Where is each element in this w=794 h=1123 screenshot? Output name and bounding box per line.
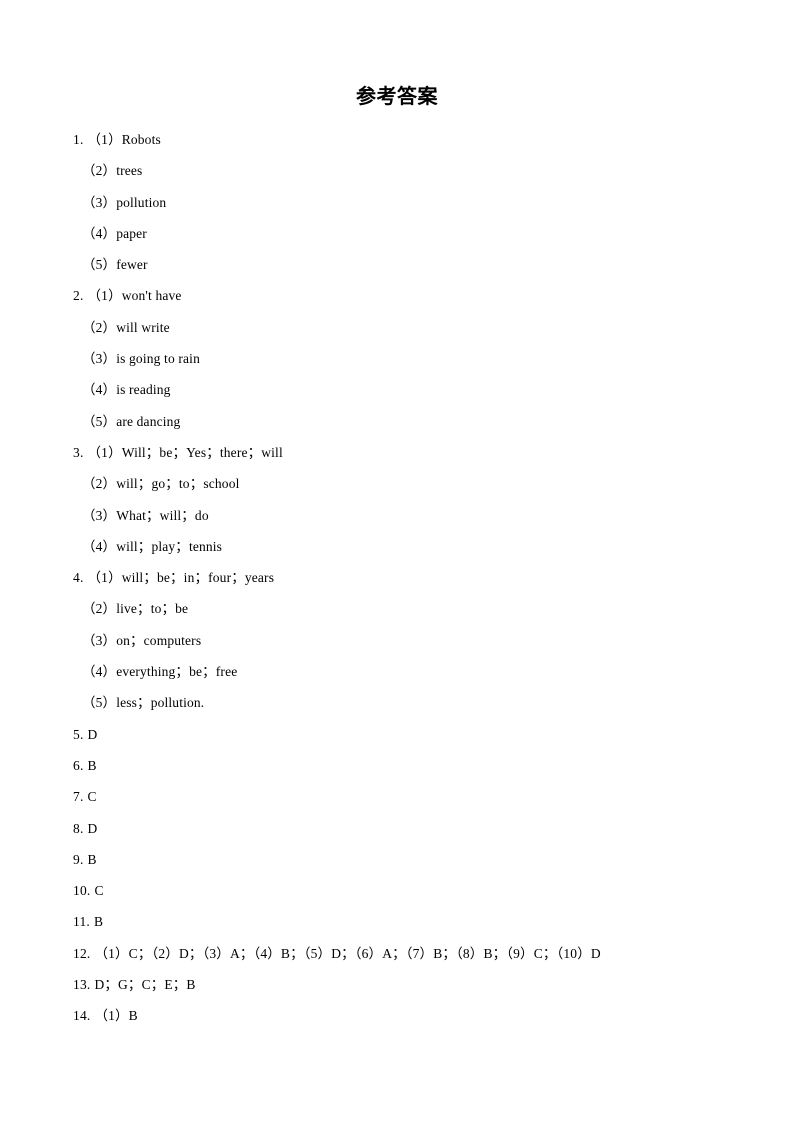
answer-text: （4）is reading xyxy=(82,382,171,398)
answer-number: 6. xyxy=(73,757,84,773)
answer-line: （2）live；to；be xyxy=(73,593,753,624)
answer-line: 5. D xyxy=(73,719,753,750)
answer-text: （1）won't have xyxy=(87,288,182,304)
answer-line: （2）will；go；to；school xyxy=(73,468,753,499)
answer-number: 14. xyxy=(73,1008,91,1024)
answer-text: （4）paper xyxy=(82,225,147,241)
answer-text: （3）pollution xyxy=(82,194,167,210)
answer-text: （5）less；pollution. xyxy=(82,695,205,711)
answer-number: 3. xyxy=(73,444,84,460)
answer-text: D xyxy=(87,726,98,742)
answer-line: 2. （1）won't have xyxy=(73,280,753,311)
answer-text: （4）will；play；tennis xyxy=(82,538,223,554)
answer-line: （5）fewer xyxy=(73,249,753,280)
answer-text: （5）are dancing xyxy=(82,413,181,429)
answer-text: （2）trees xyxy=(82,163,143,179)
answer-line: （3）on；computers xyxy=(73,625,753,656)
answer-number: 12. xyxy=(73,945,91,961)
answer-text: （1）Will；be；Yes；there；will xyxy=(87,444,283,460)
answer-number: 8. xyxy=(73,820,84,836)
answer-text: C xyxy=(87,789,97,805)
answer-line: 3. （1）Will；be；Yes；there；will xyxy=(73,437,753,468)
answer-text: （5）fewer xyxy=(82,257,148,273)
answer-line: （2）trees xyxy=(73,155,753,186)
answer-line: （4）paper xyxy=(73,218,753,249)
answer-text: （1）B xyxy=(94,1008,138,1024)
document-page: 参考答案 1. （1）Robots （2）trees （3）pollution （4）p… xyxy=(0,0,794,1123)
answer-text: B xyxy=(93,914,104,930)
answer-line: （4）will；play；tennis xyxy=(73,531,753,562)
answer-text: （2）will；go；to；school xyxy=(82,476,240,492)
answer-text: C xyxy=(94,883,104,899)
answer-number: 7. xyxy=(73,789,84,805)
answer-text: （2）live；to；be xyxy=(82,601,189,617)
answer-number: 2. xyxy=(73,288,84,304)
page-title: 参考答案 xyxy=(356,84,438,108)
answer-number: 10. xyxy=(73,883,91,899)
answer-line: （5）less；pollution. xyxy=(73,687,753,718)
answer-text: （3）on；computers xyxy=(82,632,202,648)
answer-number: 4. xyxy=(73,570,84,586)
answer-text: （3）What；will；do xyxy=(82,507,209,523)
answer-line: （2）will write xyxy=(73,312,753,343)
answer-number: 1. xyxy=(73,132,84,147)
answer-number: 13. xyxy=(73,977,91,993)
answer-line: 4. （1）will；be；in；four；years xyxy=(73,562,753,593)
answer-text: （4）everything；be；free xyxy=(82,664,238,680)
answer-number: 9. xyxy=(73,851,84,867)
answer-line: （4）everything；be；free xyxy=(73,656,753,687)
answer-text: （3）is going to rain xyxy=(82,351,200,367)
answer-text: B xyxy=(87,851,97,867)
answer-list: 1. （1）Robots （2）trees （3）pollution （4）paper （… xyxy=(73,124,753,1032)
answer-line: （3）is going to rain xyxy=(73,343,753,374)
answer-line: 1. （1）Robots xyxy=(73,124,753,155)
answer-text: B xyxy=(87,757,97,773)
answer-line: 13. D；G；C；E；B xyxy=(73,969,753,1000)
answer-text: （1）Robots xyxy=(87,132,161,147)
answer-line: （3）What；will；do xyxy=(73,500,753,531)
answer-line: 7. C xyxy=(73,781,753,812)
answer-line: 12. （1）C；（2）D；（3）A；（4）B；（5）D；（6）A；（7）B；（8… xyxy=(73,938,753,969)
answer-line: 9. B xyxy=(73,844,753,875)
answer-line: （4）is reading xyxy=(73,374,753,405)
answer-number: 11. xyxy=(73,914,90,930)
answer-text: （2）will write xyxy=(82,319,170,335)
answer-line: 6. B xyxy=(73,750,753,781)
answer-number: 5. xyxy=(73,726,84,742)
answer-line: 11. B xyxy=(73,906,753,937)
answer-line: 14. （1）B xyxy=(73,1000,753,1031)
answer-line: （3）pollution xyxy=(73,187,753,218)
answer-text: （1）C；（2）D；（3）A；（4）B；（5）D；（6）A；（7）B；（8）B；… xyxy=(94,945,601,961)
answer-line: （5）are dancing xyxy=(73,406,753,437)
answer-text: （1）will；be；in；four；years xyxy=(87,570,275,586)
answer-text: D xyxy=(87,820,98,836)
answer-text: D；G；C；E；B xyxy=(94,977,196,993)
answer-line: 8. D xyxy=(73,813,753,844)
answer-line: 10. C xyxy=(73,875,753,906)
